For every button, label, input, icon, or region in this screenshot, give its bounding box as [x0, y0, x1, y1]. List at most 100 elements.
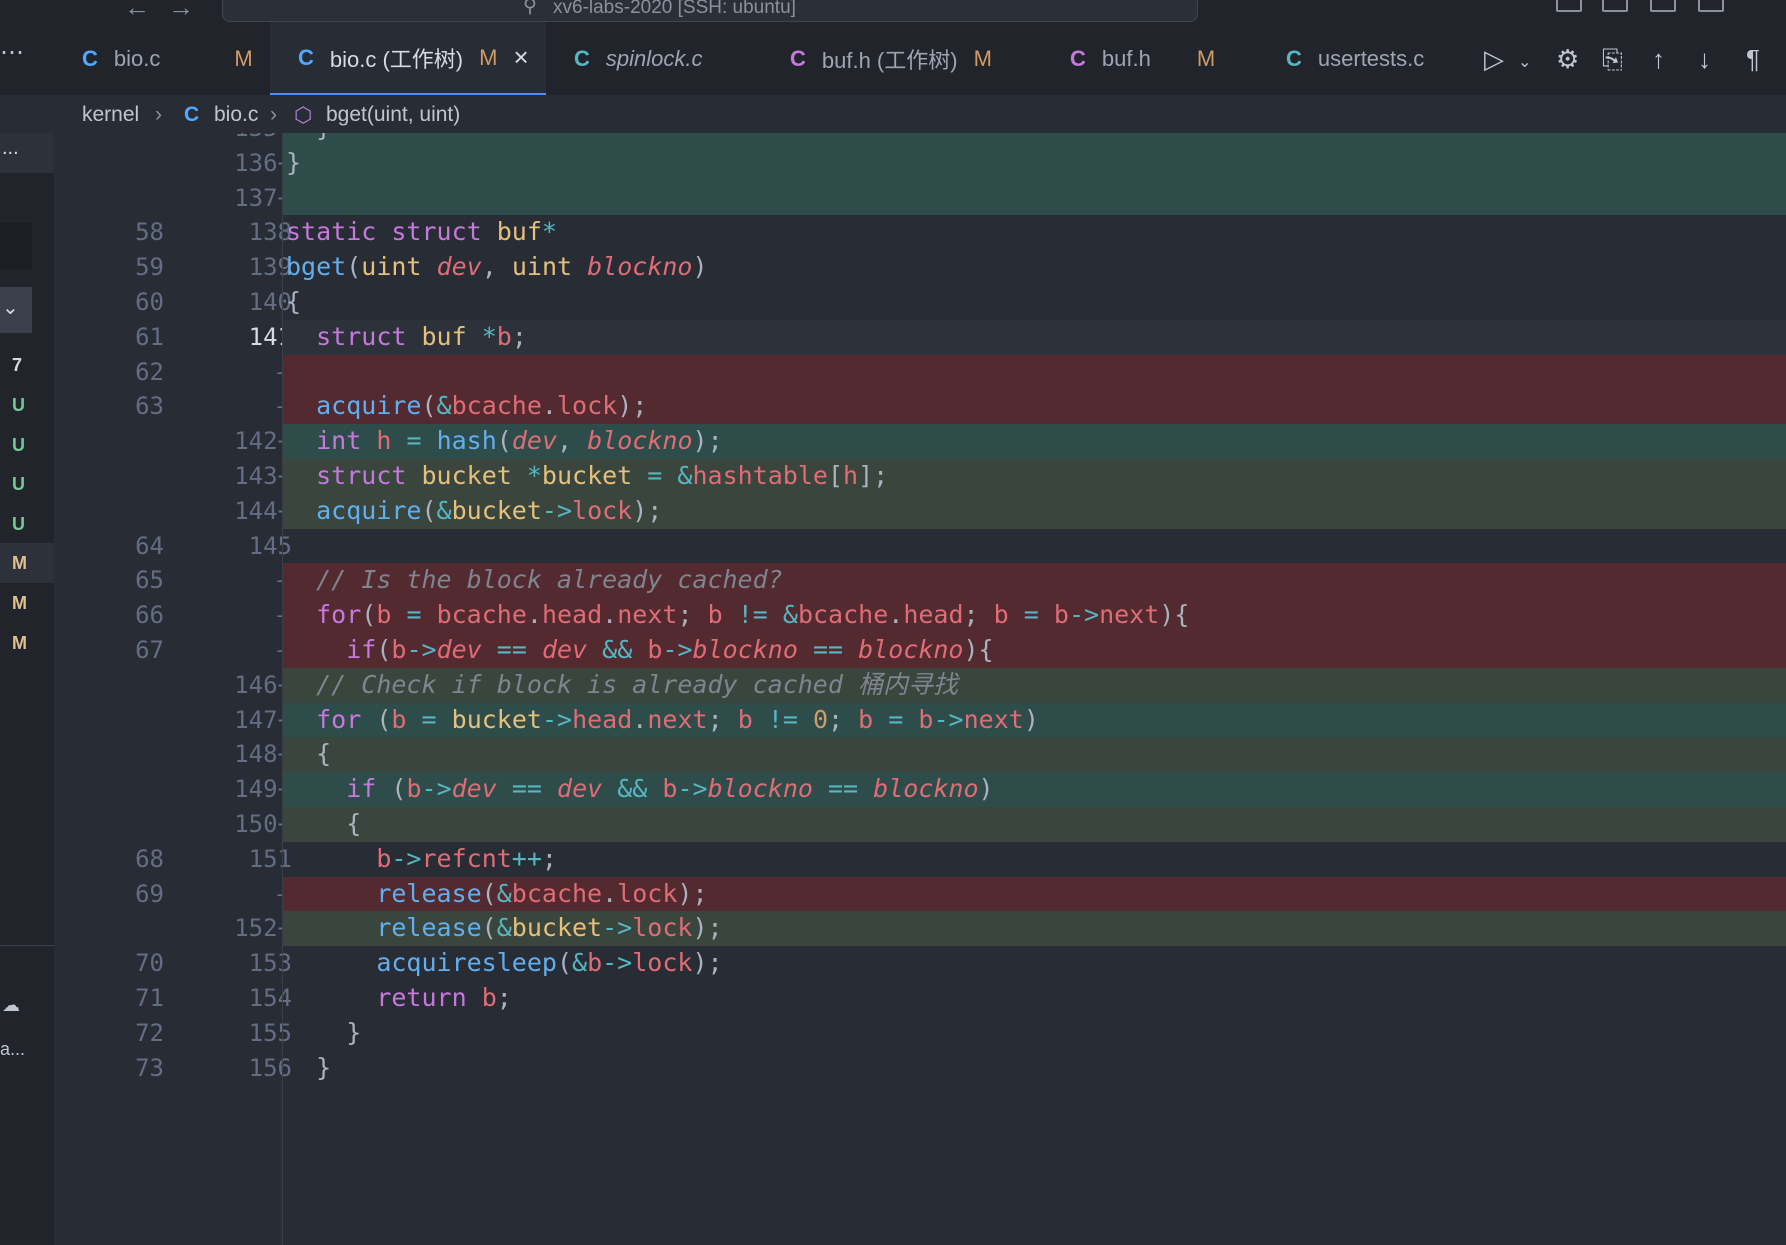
tab-buf-h[interactable]: C buf.h M	[1042, 22, 1256, 95]
code-text[interactable]: }	[282, 133, 1786, 146]
code-line[interactable]: 135+ }	[54, 133, 1786, 146]
code-text[interactable]: }	[282, 1016, 1786, 1051]
code-text[interactable]: // Is the block already cached?	[282, 563, 1786, 599]
forward-arrow-icon[interactable]: →	[168, 0, 194, 23]
arrow-down-icon[interactable]: ↓	[1698, 44, 1711, 75]
code-text[interactable]: if(b->dev == dev && b->blockno == blockn…	[282, 633, 1786, 668]
code-line[interactable]: 59 139 bget(uint dev, uint blockno)	[54, 250, 1786, 285]
code-text[interactable]: bget(uint dev, uint blockno)	[282, 250, 1786, 285]
code-line[interactable]: 72 155 }	[54, 1016, 1786, 1051]
code-line[interactable]: 143+ struct bucket *bucket = &hashtable[…	[54, 459, 1786, 494]
breadcrumb-file[interactable]: bio.c	[214, 103, 258, 127]
code-text[interactable]: release(&bcache.lock);	[282, 876, 1786, 912]
code-text[interactable]	[282, 529, 1786, 564]
code-line[interactable]: 64 145	[54, 529, 1786, 564]
code-line[interactable]: 150+ {	[54, 807, 1786, 842]
code-text[interactable]	[282, 354, 1786, 390]
more-actions-icon[interactable]: ...	[2, 137, 19, 160]
code-text[interactable]: b->refcnt++;	[282, 842, 1786, 877]
tab-bio-c[interactable]: C bio.c M	[68, 22, 268, 95]
back-arrow-icon[interactable]: ←	[124, 0, 150, 23]
code-line[interactable]: 137+	[54, 180, 1786, 216]
code-text[interactable]: static struct buf*	[282, 215, 1786, 250]
code-line[interactable]: 147+ for (b = bucket->head.next; b != 0;…	[54, 702, 1786, 738]
close-icon[interactable]: ×	[513, 42, 528, 73]
code-text[interactable]: release(&bucket->lock);	[282, 911, 1786, 947]
tab-usertests-c[interactable]: C usertests.c	[1258, 22, 1488, 95]
toggle-sidebar-icon[interactable]	[1556, 0, 1582, 12]
untracked-badge[interactable]: U	[12, 474, 25, 495]
toggle-secondary-sidebar-icon[interactable]	[1650, 0, 1676, 12]
code-text[interactable]: if (b->dev == dev && b->blockno == block…	[282, 772, 1786, 807]
tab-label: spinlock.c	[605, 45, 703, 71]
breadcrumb-folder[interactable]: kernel	[82, 103, 139, 127]
code-line[interactable]: 152+ release(&bucket->lock);	[54, 911, 1786, 947]
arrow-up-icon[interactable]: ↑	[1652, 44, 1665, 75]
breadcrumb-symbol[interactable]: bget(uint, uint)	[326, 103, 460, 127]
code-text[interactable]: }	[282, 145, 1786, 181]
untracked-badge[interactable]: U	[12, 514, 25, 535]
code-text[interactable]: for (b = bucket->head.next; b != 0; b = …	[282, 702, 1786, 738]
code-line[interactable]: 66 — for(b = bcache.head.next; b != &bcac…	[54, 598, 1786, 633]
untracked-badge[interactable]: U	[12, 435, 25, 456]
code-text[interactable]: acquire(&bucket->lock);	[282, 493, 1786, 529]
code-line[interactable]: 148+ {	[54, 737, 1786, 773]
code-line[interactable]: 62 —	[54, 354, 1786, 390]
tab-spinlock-c[interactable]: C spinlock.c	[548, 22, 758, 95]
code-text[interactable]: {	[282, 807, 1786, 842]
code-line[interactable]: 63 — acquire(&bcache.lock);	[54, 389, 1786, 425]
modified-badge[interactable]: M	[12, 553, 27, 574]
scm-group-toggle[interactable]: ⌄	[0, 287, 32, 333]
code-text[interactable]	[282, 180, 1786, 216]
modified-badge[interactable]: M	[12, 633, 27, 654]
modified-line-number: 137+	[234, 183, 292, 212]
code-text[interactable]: acquire(&bcache.lock);	[282, 389, 1786, 425]
cloud-icon[interactable]: ☁	[2, 995, 20, 1016]
change-count: 7	[12, 355, 23, 375]
command-center[interactable]: ⚲ xv6-labs-2020 [SSH: ubuntu]	[222, 0, 1198, 22]
code-line[interactable]: 60 140{	[54, 285, 1786, 320]
modified-line-number: 140	[248, 288, 292, 316]
code-line[interactable]: 142+ int h = hash(dev, blockno);	[54, 424, 1786, 459]
code-text[interactable]: {	[282, 285, 1786, 320]
code-line[interactable]: 61 141 struct buf *b;	[54, 319, 1786, 355]
code-text[interactable]: acquiresleep(&b->lock);	[282, 946, 1786, 981]
code-text[interactable]: // Check if block is already cached 桶内寻找	[282, 667, 1786, 703]
code-line[interactable]: 68 151 b->refcnt++;	[54, 842, 1786, 877]
open-file-icon[interactable]: ⎘	[1602, 44, 1623, 76]
code-line[interactable]: 144+ acquire(&bucket->lock);	[54, 493, 1786, 529]
code-text[interactable]: for(b = bcache.head.next; b != &bcache.h…	[282, 598, 1786, 633]
modified-line-number: 156	[248, 1053, 292, 1082]
code-line[interactable]: 70 153 acquiresleep(&b->lock);	[54, 946, 1786, 981]
toggle-panel-icon[interactable]	[1602, 0, 1628, 12]
code-text[interactable]: struct bucket *bucket = &hashtable[h];	[282, 459, 1786, 494]
gear-icon[interactable]: ⚙	[1556, 44, 1579, 75]
code-line[interactable]: 67 — if(b->dev == dev && b->blockno == bl…	[54, 633, 1786, 668]
pilcrow-icon[interactable]: ¶	[1746, 44, 1760, 75]
customize-layout-icon[interactable]	[1698, 0, 1724, 12]
more-actions-icon[interactable]: ⋯	[0, 38, 24, 67]
modified-badge[interactable]: M	[12, 593, 27, 614]
code-line[interactable]: 149+ if (b->dev == dev && b->blockno == …	[54, 772, 1786, 807]
untracked-badge[interactable]: U	[12, 395, 25, 416]
code-text[interactable]: struct buf *b;	[282, 319, 1786, 355]
code-text[interactable]: int h = hash(dev, blockno);	[282, 424, 1786, 459]
tab-bio-c-worktree[interactable]: C bio.c (工作树) M ×	[270, 22, 546, 95]
code-line[interactable]: 71 154 return b;	[54, 981, 1786, 1016]
scm-sidebar: ... ⌄ 7 U U U U M M M ☁ a...	[0, 133, 54, 1245]
chevron-down-icon[interactable]: ⌄	[1518, 52, 1531, 72]
code-line[interactable]: 73 156 }	[54, 1051, 1786, 1086]
code-line[interactable]: 69 — release(&bcache.lock);	[54, 876, 1786, 912]
code-line[interactable]: 136+}	[54, 145, 1786, 181]
run-debug-icon[interactable]: ▷	[1484, 44, 1504, 75]
diff-editor[interactable]: 135+ }136+}137+ 58138static struct buf*59…	[54, 133, 1786, 1245]
code-line[interactable]: 146+ // Check if block is already cached…	[54, 667, 1786, 703]
tab-buf-h-worktree[interactable]: C buf.h (工作树) M	[760, 22, 1040, 95]
scm-input[interactable]	[0, 223, 32, 269]
code-text[interactable]: return b;	[282, 981, 1786, 1016]
code-text[interactable]: {	[282, 737, 1786, 773]
code-line[interactable]: 65 — // Is the block already cached?	[54, 563, 1786, 599]
modified-line-number: —	[172, 633, 292, 668]
code-text[interactable]: }	[282, 1051, 1786, 1086]
code-line[interactable]: 58 138 static struct buf*	[54, 215, 1786, 250]
